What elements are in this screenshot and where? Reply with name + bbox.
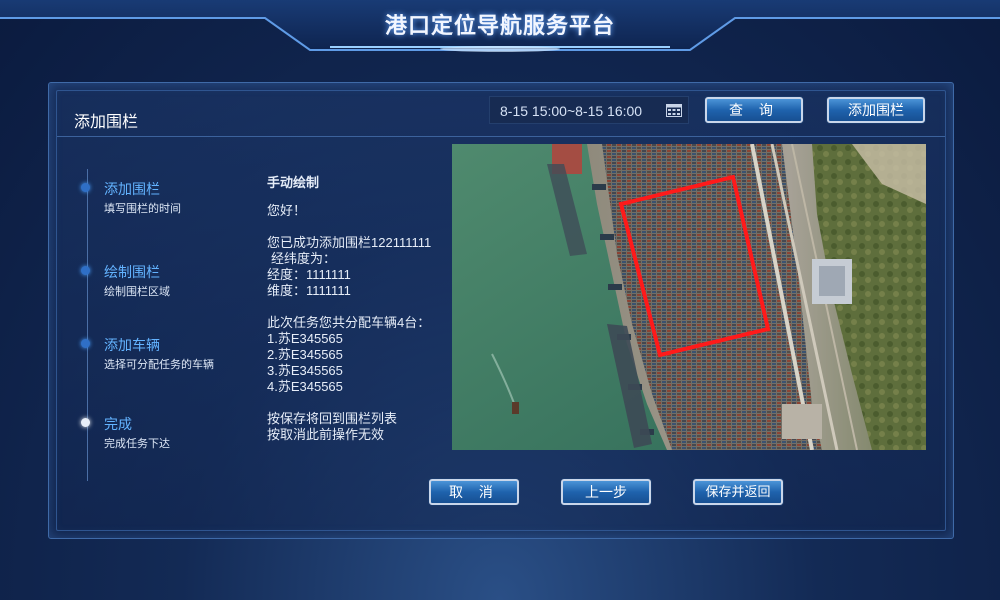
add-fence-panel: 添加围栏 8-15 15:00~8-15 16:00 查 询 添加围栏 添加围栏…: [48, 82, 954, 539]
previous-step-button[interactable]: 上一步: [561, 479, 651, 505]
app-title: 港口定位导航服务平台: [384, 13, 615, 38]
greeting-text: 您好！: [267, 203, 307, 218]
result-message: 手动绘制 您好！ 您已成功添加围栏122111111 经纬度为： 经度：1111…: [267, 175, 457, 443]
step-dot: [81, 339, 90, 348]
vehicle-item: 2.苏E345565: [267, 347, 343, 362]
title-divider: [57, 136, 945, 137]
save-and-return-button[interactable]: 保存并返回: [693, 479, 783, 505]
header: 港口定位导航服务平台: [0, 0, 1000, 60]
steps-timeline: [87, 169, 88, 481]
date-range-text: 8-15 15:00~8-15 16:00: [500, 103, 643, 119]
query-button[interactable]: 查 询: [705, 97, 803, 123]
calendar-icon[interactable]: [666, 104, 682, 117]
date-range-input[interactable]: 8-15 15:00~8-15 16:00: [489, 96, 689, 124]
save-hint: 按保存将回到围栏列表: [267, 411, 398, 426]
success-text: 您已成功添加围栏122111111: [267, 235, 432, 250]
message-heading: 手动绘制: [267, 175, 320, 190]
port-satellite-image: [452, 144, 926, 450]
cancel-hint: 按取消此前操作无效: [267, 427, 385, 442]
step-dot-current: [81, 418, 90, 427]
longitude-text: 经度：1111111: [267, 267, 351, 282]
latitude-text: 维度：1111111: [267, 283, 351, 298]
add-fence-button[interactable]: 添加围栏: [827, 97, 925, 123]
coords-label: 经纬度为：: [271, 251, 337, 266]
step-dot: [81, 266, 90, 275]
satellite-map[interactable]: [452, 144, 926, 450]
step-title: 绘制围栏: [104, 264, 160, 280]
step-title: 添加围栏: [104, 181, 160, 197]
step-subtitle: 填写围栏的时间: [104, 203, 181, 215]
step-subtitle: 绘制围栏区域: [104, 286, 170, 298]
vehicle-item: 1.苏E345565: [267, 331, 343, 346]
panel-title: 添加围栏: [74, 114, 139, 131]
step-subtitle: 完成任务下达: [104, 438, 170, 450]
vehicle-item: 3.苏E345565: [267, 363, 343, 378]
step-title: 添加车辆: [104, 337, 160, 353]
vehicle-item: 4.苏E345565: [267, 379, 343, 394]
step-dot: [81, 183, 90, 192]
cancel-button[interactable]: 取 消: [429, 479, 519, 505]
assign-text: 此次任务您共分配车辆4台：: [267, 315, 431, 330]
step-subtitle: 选择可分配任务的车辆: [104, 359, 214, 371]
step-title: 完成: [104, 416, 132, 432]
